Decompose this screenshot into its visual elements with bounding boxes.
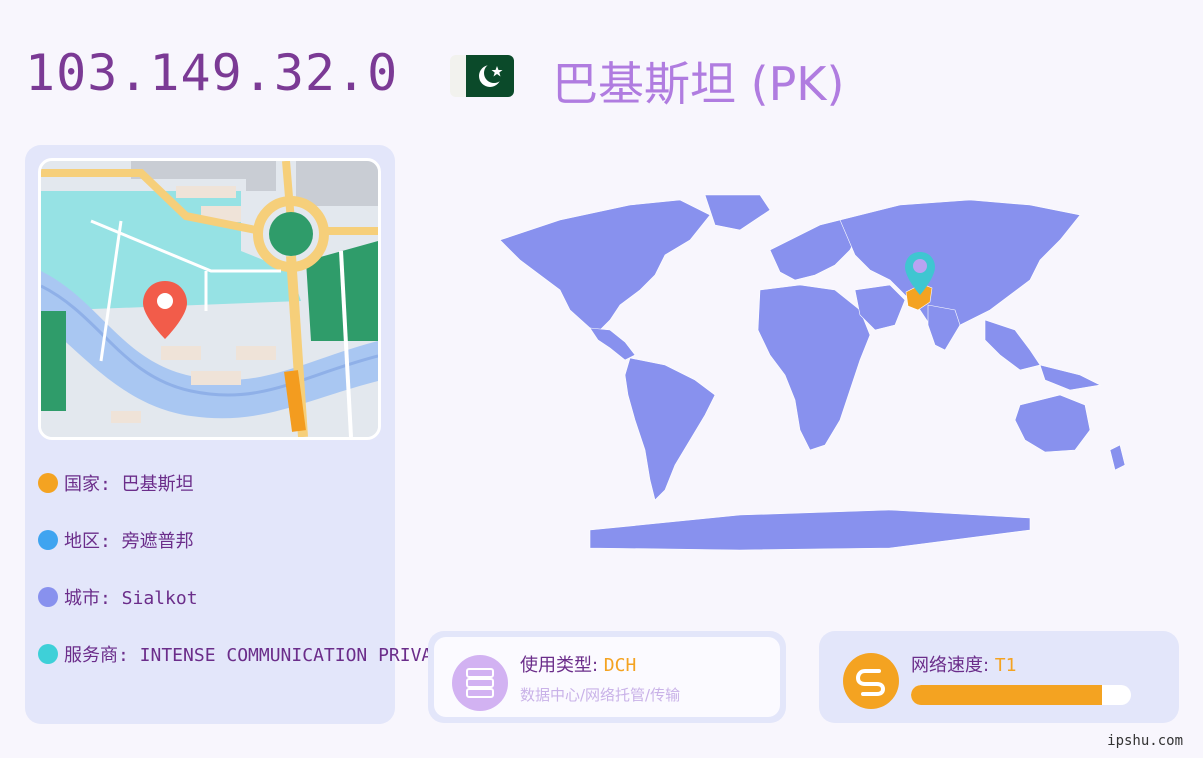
server-icon [452, 655, 508, 711]
country-title: 巴基斯坦 (PK) [552, 57, 845, 111]
usage-type-card: 使用类型: DCH 数据中心/网络托管/传输 [428, 631, 786, 723]
usage-type-line: 使用类型: DCH [520, 651, 636, 677]
pakistan-flag-icon [450, 55, 514, 97]
country-dot-icon [38, 473, 58, 493]
usage-type-value: DCH [603, 655, 637, 676]
speed-progress-track [911, 685, 1131, 705]
world-map [440, 180, 1160, 560]
city-dot-icon [38, 587, 58, 607]
info-region-text: 地区: 旁遮普邦 [64, 531, 194, 552]
info-city-text: 城市: Sialkot [64, 588, 198, 609]
info-country-text: 国家: 巴基斯坦 [64, 474, 194, 495]
ip-address: 103.149.32.0 [25, 44, 399, 102]
region-dot-icon [38, 530, 58, 550]
speed-icon [843, 653, 899, 709]
speed-progress-fill [911, 685, 1103, 705]
location-map-thumbnail [38, 158, 381, 440]
info-country: 国家: 巴基斯坦 [38, 470, 194, 495]
info-region: 地区: 旁遮普邦 [38, 527, 194, 552]
network-speed-line: 网络速度: T1 [911, 651, 1016, 677]
network-speed-label: 网络速度: [911, 655, 995, 676]
info-city: 城市: Sialkot [38, 584, 198, 609]
footer-site: ipshu.com [1107, 733, 1183, 749]
usage-type-description: 数据中心/网络托管/传输 [520, 686, 681, 704]
network-speed-value: T1 [994, 655, 1017, 676]
isp-dot-icon [38, 644, 58, 664]
usage-type-label: 使用类型: [520, 655, 604, 676]
network-speed-card: 网络速度: T1 [819, 631, 1179, 723]
